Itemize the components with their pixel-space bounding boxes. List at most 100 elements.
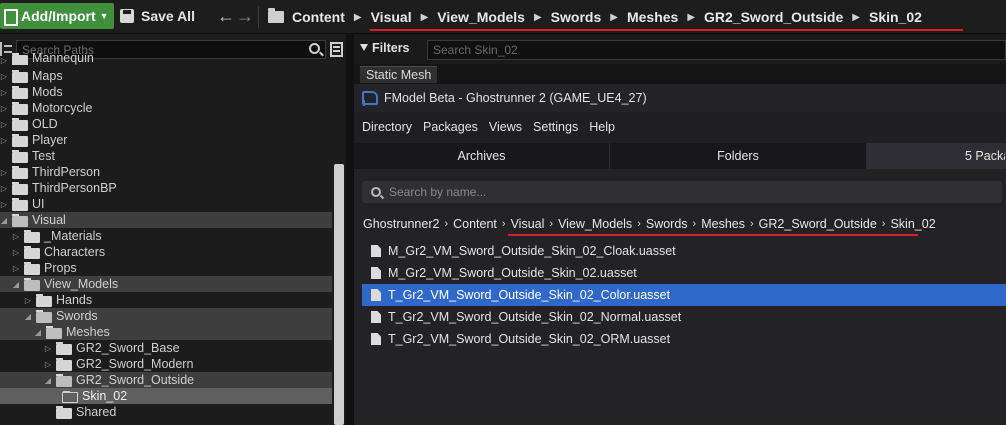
fm-crumb-ghostrunner2[interactable]: Ghostrunner2 [363, 217, 439, 231]
tree-item-mannequin[interactable]: ▷ Mannequin [0, 53, 332, 65]
list-item-selected[interactable]: T_Gr2_VM_Sword_Outside_Skin_02_Color.uas… [362, 284, 1006, 306]
file-icon [371, 267, 381, 279]
menu-settings[interactable]: Settings [533, 120, 578, 134]
tree-item-test[interactable]: Test [0, 148, 332, 164]
breadcrumb-separator-icon: › [692, 218, 697, 230]
menu-directory[interactable]: Directory [362, 120, 412, 134]
tree-item-thirdpersonbp[interactable]: ▷ ThirdPersonBP [0, 180, 332, 196]
list-item[interactable]: T_Gr2_VM_Sword_Outside_Skin_02_Normal.ua… [362, 306, 1006, 328]
static-mesh-filter-chip[interactable]: Static Mesh [360, 66, 438, 83]
expand-arrow-icon[interactable]: ▷ [12, 264, 20, 273]
list-item[interactable]: T_Gr2_VM_Sword_Outside_Skin_02_ORM.uasse… [362, 328, 1006, 350]
tree-item-player[interactable]: ▷ Player [0, 132, 332, 148]
fm-crumb-swords[interactable]: Swords [646, 217, 688, 231]
open-folder-icon [36, 309, 52, 323]
expand-arrow-icon[interactable]: ▷ [0, 88, 8, 97]
add-import-button[interactable]: Add/Import ▼ [0, 3, 114, 29]
tree-item-visual[interactable]: ◢ Visual [0, 212, 332, 228]
breadcrumb-item-swords[interactable]: Swords [551, 9, 602, 25]
collapse-arrow-icon[interactable]: ◢ [44, 376, 52, 385]
collapse-arrow-icon[interactable]: ◢ [34, 328, 42, 337]
tree-item-view-models[interactable]: ◢ View_Models [0, 276, 332, 292]
filters-button[interactable]: Filters [360, 41, 410, 55]
breadcrumb-item-content[interactable]: Content [292, 9, 345, 25]
expand-arrow-icon[interactable]: ▷ [24, 296, 32, 305]
tab-archives[interactable]: Archives [354, 143, 610, 169]
open-folder-icon [46, 325, 62, 339]
tree-item-old[interactable]: ▷ OLD [0, 116, 332, 132]
expand-arrow-icon[interactable]: ▷ [0, 120, 8, 129]
breadcrumb-item-visual[interactable]: Visual [371, 9, 412, 25]
folder-icon [36, 293, 52, 307]
breadcrumb-separator-icon: › [881, 218, 886, 230]
breadcrumb-separator-icon: › [750, 218, 754, 230]
fm-crumb-meshes[interactable]: Meshes [701, 217, 745, 231]
fmodel-breadcrumb: Ghostrunner2 › Content › Visual › View_M… [363, 215, 936, 233]
expand-arrow-icon[interactable]: ▷ [44, 344, 52, 353]
tree-item-gr2-sword-outside[interactable]: ◢ GR2_Sword_Outside [0, 372, 332, 388]
back-arrow-icon[interactable]: ← [217, 6, 235, 26]
expand-arrow-icon[interactable]: ▷ [44, 360, 52, 369]
fm-crumb-content[interactable]: Content [453, 217, 497, 231]
tab-folders[interactable]: Folders [610, 143, 867, 169]
folder-icon [12, 101, 28, 115]
tree-item-motorcycle[interactable]: ▷ Motorcycle [0, 100, 332, 116]
file-icon [371, 311, 381, 323]
save-all-button[interactable]: Save All [120, 3, 195, 29]
tree-item-gr2-sword-base[interactable]: ▷ GR2_Sword_Base [0, 340, 332, 356]
fm-crumb-gr2-sword-outside[interactable]: GR2_Sword_Outside [759, 217, 877, 231]
tree-item-gr2-sword-modern[interactable]: ▷ GR2_Sword_Modern [0, 356, 332, 372]
expand-arrow-icon[interactable]: ▷ [0, 136, 8, 145]
expand-arrow-icon[interactable]: ▷ [0, 184, 8, 193]
folder-icon [12, 53, 28, 65]
expand-arrow-icon[interactable]: ▷ [0, 56, 8, 65]
menu-help[interactable]: Help [589, 120, 615, 134]
list-item[interactable]: M_Gr2_VM_Sword_Outside_Skin_02.uasset [362, 262, 1006, 284]
tree-scrollbar[interactable] [334, 164, 344, 425]
tree-item-meshes[interactable]: ◢ Meshes [0, 324, 332, 340]
tree-item-thirdperson[interactable]: ▷ ThirdPerson [0, 164, 332, 180]
fm-crumb-visual[interactable]: Visual [511, 217, 545, 231]
search-by-name-input[interactable]: Search by name... [362, 181, 1002, 203]
list-item[interactable]: M_Gr2_VM_Sword_Outside_Skin_02_Cloak.uas… [362, 240, 1006, 262]
breadcrumb-item-view-models[interactable]: View_Models [437, 9, 525, 25]
tree-item-ui[interactable]: ▷ UI [0, 196, 332, 212]
search-assets-input[interactable]: Search Skin_02 [427, 40, 1006, 60]
breadcrumb-item-gr2-sword-outside[interactable]: GR2_Sword_Outside [704, 9, 843, 25]
tree-item-skin-02[interactable]: Skin_02 [0, 388, 332, 404]
tree-item-materials[interactable]: ▷ _Materials [0, 228, 332, 244]
filter-icon [360, 44, 368, 51]
panel-splitter[interactable] [346, 34, 354, 425]
tree-item-mods[interactable]: ▷ Mods [0, 84, 332, 100]
expand-arrow-icon[interactable]: ▷ [0, 72, 8, 81]
annotation-underline-top [370, 29, 963, 31]
breadcrumb-item-skin-02[interactable]: Skin_02 [869, 9, 922, 25]
expand-arrow-icon[interactable]: ▷ [0, 168, 8, 177]
expand-arrow-icon[interactable]: ▷ [12, 248, 20, 257]
tree-item-maps[interactable]: ▷ Maps [0, 68, 332, 84]
tree-item-swords[interactable]: ◢ Swords [0, 308, 332, 324]
collapse-arrow-icon[interactable]: ◢ [12, 280, 20, 289]
packages-panel: Search by name... Ghostrunner2 › Content… [354, 169, 1006, 425]
breadcrumb-item-meshes[interactable]: Meshes [627, 9, 678, 25]
collapse-arrow-icon[interactable]: ◢ [24, 312, 32, 321]
fmodel-title: FModel Beta - Ghostrunner 2 (GAME_UE4_27… [384, 91, 647, 105]
forward-arrow-icon[interactable]: → [236, 6, 254, 26]
collapse-arrow-icon[interactable]: ◢ [0, 216, 8, 225]
file-icon [371, 289, 381, 301]
folder-icon [24, 245, 40, 259]
fm-crumb-skin-02[interactable]: Skin_02 [890, 217, 935, 231]
folder-icon [12, 149, 28, 163]
tree-item-characters[interactable]: ▷ Characters [0, 244, 332, 260]
expand-arrow-icon[interactable]: ▷ [0, 200, 8, 209]
tab-packages[interactable]: 5 Packages [867, 143, 1006, 169]
menu-views[interactable]: Views [489, 120, 522, 134]
menu-packages[interactable]: Packages [423, 120, 478, 134]
tree-item-props[interactable]: ▷ Props [0, 260, 332, 276]
expand-arrow-icon[interactable]: ▷ [12, 232, 20, 241]
expand-arrow-icon[interactable]: ▷ [0, 104, 8, 113]
tree-item-hands[interactable]: ▷ Hands [0, 292, 332, 308]
tree-item-shared[interactable]: Shared [0, 404, 332, 420]
fmodel-menu-bar: Directory Packages Views Settings Help [354, 112, 1006, 142]
fm-crumb-view-models[interactable]: View_Models [558, 217, 632, 231]
